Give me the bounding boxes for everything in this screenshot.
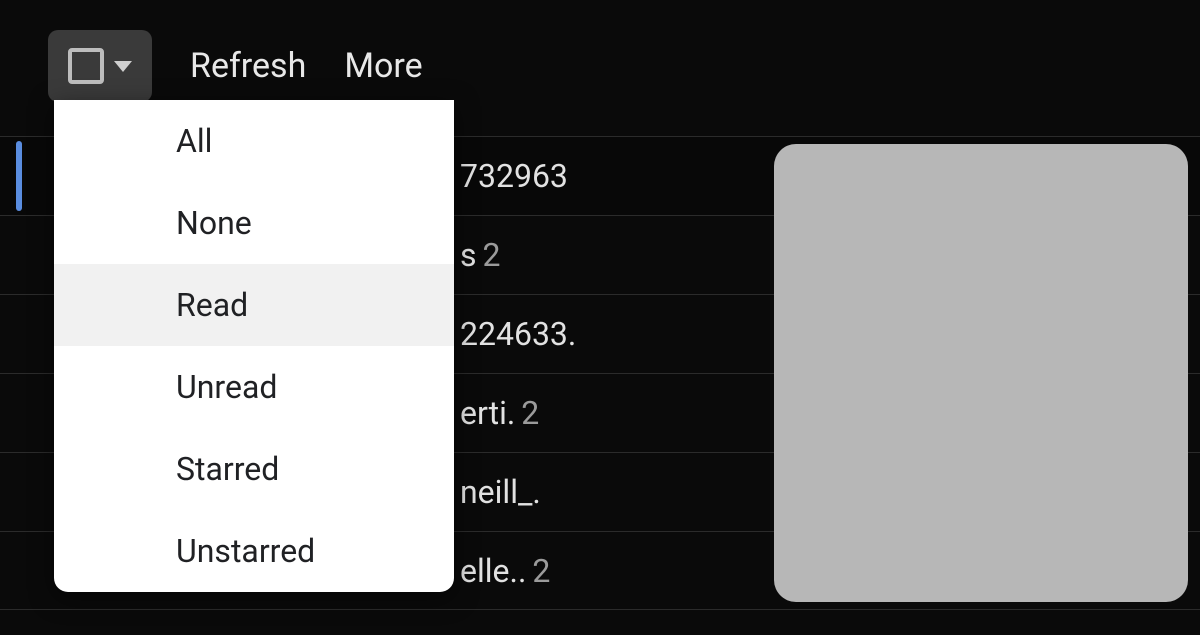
menu-item-starred[interactable]: Starred [54,428,454,510]
message-count: 2 [521,394,539,432]
select-dropdown-menu: All None Read Unread Starred Unstarred [54,100,454,592]
select-dropdown-button[interactable] [48,30,152,102]
message-count: 2 [483,236,501,274]
refresh-button[interactable]: Refresh [190,46,306,86]
message-text: 224633. [460,315,576,353]
chevron-down-icon [114,61,132,72]
message-count: 2 [532,552,550,590]
message-text: elle.. [460,552,526,590]
menu-item-all[interactable]: All [54,100,454,182]
menu-item-read[interactable]: Read [54,264,454,346]
message-text: s [460,236,477,274]
menu-item-unstarred[interactable]: Unstarred [54,510,454,592]
message-text: neill_. [460,473,541,511]
message-text: erti. [460,394,515,432]
message-text: 732963 [460,157,568,195]
more-button[interactable]: More [344,46,422,86]
preview-panel [774,144,1188,602]
menu-item-unread[interactable]: Unread [54,346,454,428]
menu-item-none[interactable]: None [54,182,454,264]
checkbox-outline-icon [68,48,104,84]
